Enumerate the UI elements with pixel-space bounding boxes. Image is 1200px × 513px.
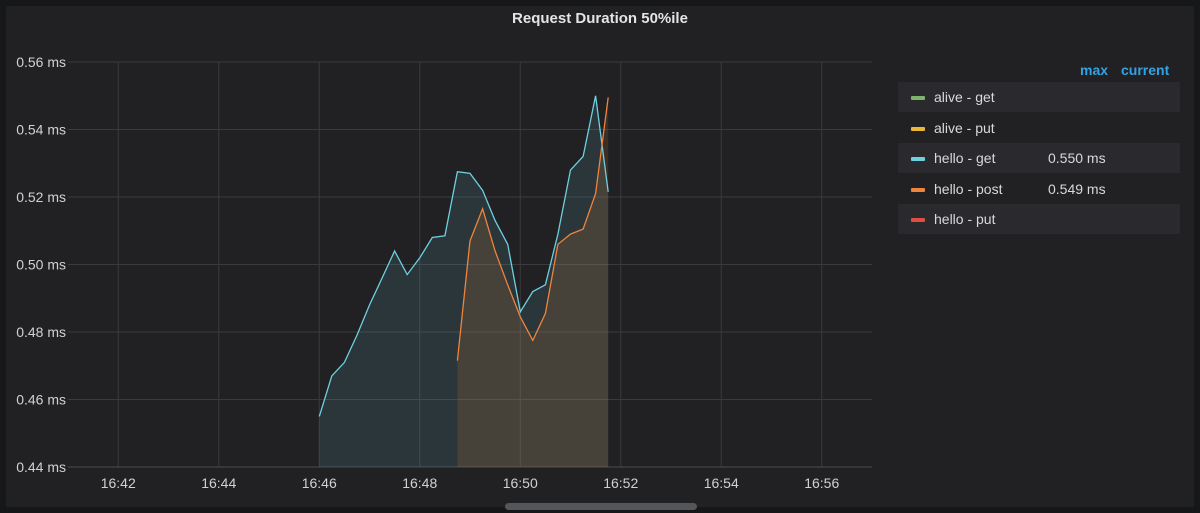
legend-item[interactable]: alive - put — [898, 113, 1180, 143]
legend-header-max[interactable]: max — [1080, 62, 1108, 78]
y-tick-label: 0.50 ms — [16, 257, 66, 273]
legend-swatch[interactable] — [911, 218, 925, 222]
x-tick-label: 16:50 — [503, 475, 538, 491]
x-tick-label: 16:54 — [704, 475, 739, 491]
horizontal-scrollbar[interactable] — [505, 503, 697, 510]
legend-header-current[interactable]: current — [1121, 62, 1169, 78]
legend-swatch[interactable] — [911, 96, 925, 100]
y-tick-label: 0.48 ms — [16, 324, 66, 340]
legend-label[interactable]: hello - post — [934, 181, 1002, 197]
legend-item[interactable]: alive - get — [898, 82, 1180, 112]
legend-current-value: 0.550 ms — [1048, 150, 1106, 166]
legend-label[interactable]: hello - put — [934, 211, 995, 227]
x-tick-label: 16:52 — [603, 475, 638, 491]
legend-item[interactable]: hello - post 0.549 ms — [898, 174, 1180, 204]
legend-label[interactable]: alive - get — [934, 89, 995, 105]
legend-swatch[interactable] — [911, 157, 925, 161]
y-tick-label: 0.46 ms — [16, 392, 66, 408]
legend-label[interactable]: alive - put — [934, 120, 995, 136]
y-tick-label: 0.54 ms — [16, 122, 66, 138]
x-tick-label: 16:44 — [201, 475, 236, 491]
y-tick-label: 0.56 ms — [16, 54, 66, 70]
y-tick-label: 0.44 ms — [16, 459, 66, 475]
x-tick-label: 16:48 — [402, 475, 437, 491]
legend-swatch[interactable] — [911, 187, 925, 192]
legend-swatch[interactable] — [911, 126, 925, 131]
x-tick-label: 16:42 — [101, 475, 136, 491]
x-tick-label: 16:56 — [804, 475, 839, 491]
legend-item[interactable]: hello - put — [898, 204, 1180, 234]
legend-item[interactable]: hello - get 0.550 ms — [898, 143, 1180, 173]
legend-label[interactable]: hello - get — [934, 150, 995, 166]
y-tick-label: 0.52 ms — [16, 189, 66, 205]
x-tick-label: 16:46 — [302, 475, 337, 491]
legend-current-value: 0.549 ms — [1048, 180, 1106, 197]
chart-plot: 0.44 ms 0.46 ms 0.48 ms 0.50 ms 0.52 ms 0.54 … — [16, 54, 872, 491]
